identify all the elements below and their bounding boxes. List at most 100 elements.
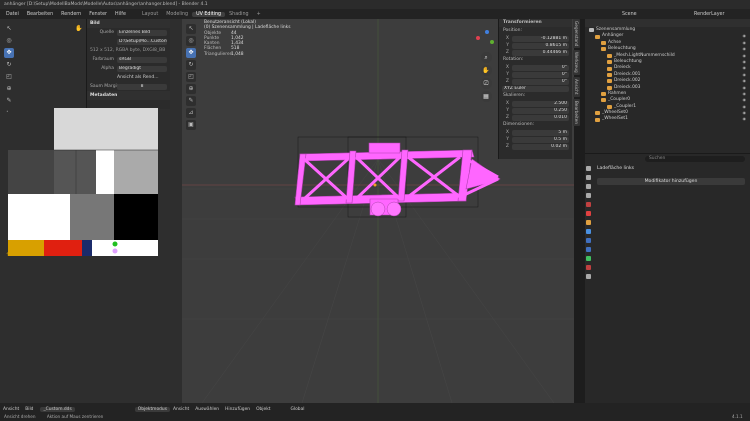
scale-y-field[interactable]: 0.250 [512, 107, 569, 114]
uv-image-menu[interactable]: Bild [22, 407, 36, 412]
mode-dropdown[interactable]: Objektmodus [134, 406, 170, 412]
tab-item[interactable]: Gegenstand [573, 19, 580, 49]
rotation-x-field[interactable]: 0° [512, 64, 569, 71]
position-y-field[interactable]: 0.8615 m [512, 42, 569, 49]
camera-icon[interactable]: ⎚ [480, 78, 492, 89]
transform-header[interactable]: Transformieren [499, 19, 572, 27]
cursor3d-tool-icon[interactable]: ◎ [186, 36, 196, 46]
dimension-z-field[interactable]: 0.02 m [512, 143, 569, 150]
hand-icon[interactable]: ✋ [72, 22, 86, 36]
menu-render[interactable]: Rendern [57, 12, 85, 17]
transform-icon[interactable]: ⊕ [4, 84, 14, 94]
colorspace-dropdown[interactable]: sRGB [117, 56, 167, 63]
menu-window[interactable]: Fenster [85, 12, 111, 17]
zoom-icon[interactable]: ⌕ [480, 52, 492, 63]
data-tab-icon[interactable] [586, 256, 591, 261]
rotate-tool-icon[interactable]: ↻ [186, 60, 196, 70]
image-path-field[interactable]: D:\Setup\Mo...Custom.dds [117, 38, 167, 45]
dimension-x-field[interactable]: 5 m [512, 129, 569, 136]
annotate-icon[interactable]: ✎ [4, 96, 14, 106]
vp-select-menu[interactable]: Auswählen [192, 407, 222, 412]
measure-icon[interactable]: ⊿ [186, 108, 196, 118]
vp-view-menu[interactable]: Ansicht [170, 407, 192, 412]
output-tab-icon[interactable] [586, 184, 591, 189]
scale-x-field[interactable]: 2.500 [512, 100, 569, 107]
scale-tool-icon[interactable]: ◰ [186, 72, 196, 82]
section-metadata[interactable]: Metadaten [87, 91, 170, 100]
properties-search[interactable]: Suchen [645, 156, 745, 162]
object-icon [607, 79, 612, 84]
texture-tab-icon[interactable] [586, 274, 591, 279]
rotation-y-field[interactable]: 0° [512, 71, 569, 78]
annotate-tool-icon[interactable]: ✎ [186, 96, 196, 106]
tab-edit[interactable]: Bearbeiten [573, 98, 580, 126]
material-tab-icon[interactable] [586, 265, 591, 270]
image-sidebar: Bild Quelle Einzelnes Bild D:\Setup\Mo...… [86, 19, 170, 109]
position-x-field[interactable]: -0.12881 m [512, 35, 569, 42]
active-object-name: Ladefläche links [597, 166, 635, 171]
scene-selector[interactable]: Scene [618, 12, 641, 17]
image-selector[interactable]: _Custom.dds [40, 406, 75, 412]
rotation-mode-dropdown[interactable]: XYZ Euler [502, 85, 569, 92]
transform-tool-icon[interactable]: ⊕ [186, 84, 196, 94]
menu-bar: Datei Bearbeiten Rendern Fenster Hilfe L… [0, 9, 750, 19]
vp-add-menu[interactable]: Hinzufügen [222, 407, 253, 412]
physics-tab-icon[interactable] [586, 247, 591, 252]
move-tool-icon[interactable]: ✥ [186, 48, 196, 58]
pan-icon[interactable]: ✋ [480, 65, 492, 76]
navigation-gizmo: ⌕ ✋ ⎚ ▦ [476, 30, 496, 140]
orientation-dropdown[interactable]: Global [288, 407, 308, 412]
tab-shading[interactable]: Shading [225, 12, 253, 17]
tab-tool[interactable]: Werkzeug [573, 50, 580, 76]
menu-help[interactable]: Hilfe [111, 12, 130, 17]
tab-modeling[interactable]: Modeling [162, 12, 192, 17]
colorspace-label: Farbraum [92, 57, 114, 62]
vp-object-menu[interactable]: Objekt [253, 407, 273, 412]
seam-margin-label: Saum Margin [90, 84, 120, 89]
source-label: Quelle [99, 30, 114, 35]
section-bild[interactable]: Bild [87, 19, 170, 28]
tab-view[interactable]: Ansicht [573, 77, 580, 97]
cursor-icon[interactable]: ↖ [4, 24, 14, 34]
rotation-z-field[interactable]: 0° [512, 78, 569, 85]
rotate-icon[interactable]: ↻ [4, 60, 14, 70]
menu-file[interactable]: Datei [2, 12, 23, 17]
cursor3d-icon[interactable]: ◎ [4, 36, 14, 46]
tool-tab-icon[interactable] [586, 166, 591, 171]
menu-edit[interactable]: Bearbeiten [23, 12, 57, 17]
particles-tab-icon[interactable] [586, 238, 591, 243]
dimension-y-field[interactable]: 0.5 m [512, 136, 569, 143]
grid-icon[interactable]: ▦ [480, 91, 492, 102]
view-layer-tab-icon[interactable] [586, 193, 591, 198]
version-label: 4.1.1 [732, 414, 743, 419]
object-icon [607, 66, 612, 71]
add-modifier-button[interactable]: Modifikator hinzufügen [597, 178, 745, 185]
add-workspace-button[interactable]: + [253, 12, 265, 17]
object-icon [607, 104, 612, 109]
render-tab-icon[interactable] [586, 175, 591, 180]
view-as-render-checkbox[interactable]: Ansicht als Rend... [117, 75, 159, 80]
tab-layout[interactable]: Layout [138, 12, 162, 17]
source-dropdown[interactable]: Einzelnes Bild [117, 29, 167, 36]
scale-icon[interactable]: ◰ [4, 72, 14, 82]
editor-headers: Ansicht Bild _Custom.dds Objektmodus Ans… [0, 405, 750, 413]
move-icon[interactable]: ✥ [4, 48, 14, 58]
uv-origin-icon: ✳ [6, 251, 12, 258]
scene-tab-icon[interactable] [586, 202, 591, 207]
modifier-tab-icon[interactable] [586, 229, 591, 234]
outliner-item[interactable]: _WheelSet1 ◉ [585, 116, 750, 122]
object-tab-icon[interactable] [586, 220, 591, 225]
seam-margin-field[interactable]: 8 [117, 83, 167, 90]
viewport-toolbar: ↖ ◎ ✥ ↻ ◰ ⊕ ✎ ⊿ ▣ [184, 22, 198, 142]
select-icon[interactable]: ↖ [186, 24, 196, 34]
alpha-dropdown[interactable]: Begradigt [117, 65, 167, 72]
tab-uv-editing[interactable]: UV Editing [192, 11, 226, 17]
uv-view-menu[interactable]: Ansicht [0, 407, 22, 412]
view-layer-selector[interactable]: RenderLayer [690, 12, 728, 17]
scale-z-field[interactable]: 0.010 [512, 114, 569, 121]
position-z-field[interactable]: 0.44466 m [512, 49, 569, 56]
world-tab-icon[interactable] [586, 211, 591, 216]
add-cube-icon[interactable]: ▣ [186, 120, 196, 130]
visibility-icon[interactable]: ◉ [743, 116, 747, 122]
axis-gizmo[interactable] [476, 30, 496, 50]
